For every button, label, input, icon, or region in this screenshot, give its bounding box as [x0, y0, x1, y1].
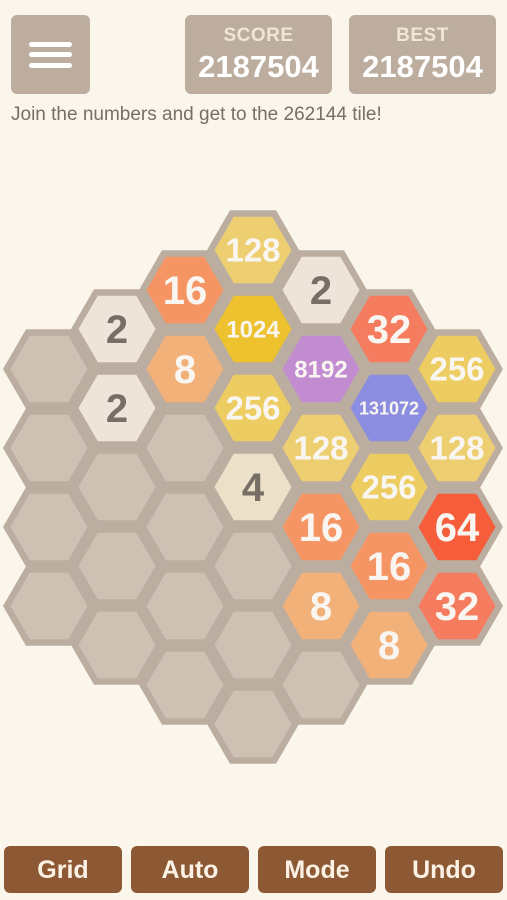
tile-value: 16 [163, 269, 208, 313]
undo-button[interactable]: Undo [385, 846, 503, 893]
tile-value: 256 [429, 351, 484, 388]
tile-value: 131072 [359, 398, 419, 418]
tile-value: 128 [429, 430, 484, 467]
tile-value: 16 [367, 545, 412, 589]
tile-value: 16 [299, 506, 344, 550]
tile-value: 32 [435, 585, 480, 629]
tile-value: 8192 [294, 356, 347, 383]
tile-value: 1024 [226, 316, 280, 343]
tile-value: 2 [106, 387, 128, 431]
tile-value: 8 [310, 585, 332, 629]
mode-button[interactable]: Mode [258, 846, 376, 893]
tile-value: 256 [361, 469, 416, 506]
grid-button[interactable]: Grid [4, 846, 122, 893]
tile-value: 2 [310, 269, 332, 313]
tile-value: 8 [174, 348, 196, 392]
tile-value: 256 [225, 390, 280, 427]
tile-value: 128 [293, 430, 348, 467]
tile-value: 4 [242, 466, 265, 510]
tile-value: 32 [367, 308, 412, 352]
tile-value: 128 [225, 232, 280, 269]
tile-value: 2 [106, 308, 128, 352]
tile-value: 8 [378, 624, 400, 668]
hex-board[interactable]: 2 2 16 8 128 1024 256 4 2 8192 128 16 8 32 131072 256 16… [0, 0, 507, 800]
tile-value: 64 [435, 506, 480, 550]
auto-button[interactable]: Auto [131, 846, 249, 893]
